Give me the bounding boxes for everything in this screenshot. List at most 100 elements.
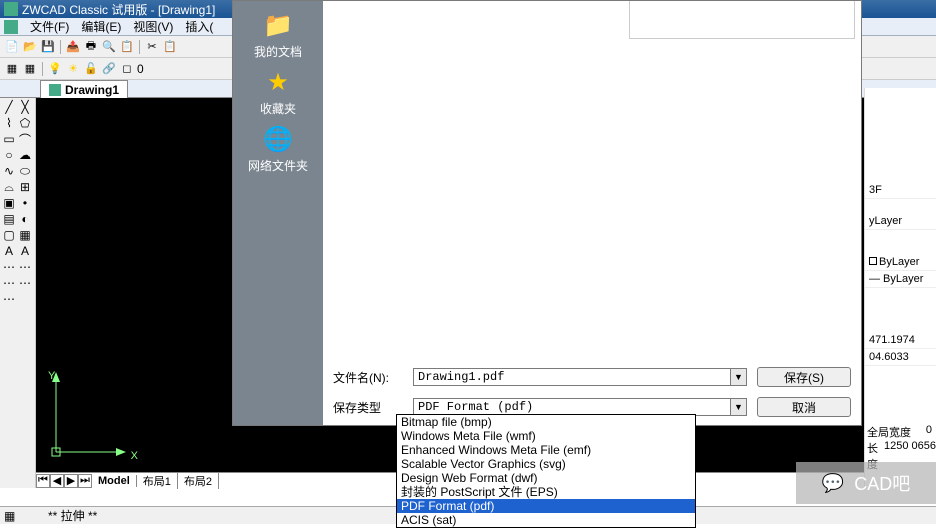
tab-last-icon[interactable]: ⏭ <box>78 474 92 488</box>
tab-next-icon[interactable]: ▶ <box>64 474 78 488</box>
grid-icon[interactable]: ▦ <box>4 509 18 523</box>
place-my-documents[interactable]: 📁 我的文档 <box>254 9 302 60</box>
polyline-icon[interactable]: ⌇ <box>2 116 16 130</box>
format-option[interactable]: Enhanced Windows Meta File (emf) <box>397 443 695 457</box>
table-icon[interactable]: ▦ <box>18 228 32 242</box>
prop-row[interactable]: ByLayer <box>865 254 936 271</box>
prop-row[interactable]: 471.1974 <box>865 332 936 349</box>
revcloud-icon[interactable]: ☁ <box>18 148 32 162</box>
filename-combo[interactable]: ▼ <box>413 368 747 386</box>
place-network[interactable]: 🌐 网络文件夹 <box>248 123 308 174</box>
save-icon[interactable]: 💾 <box>40 39 56 55</box>
hatch-icon[interactable]: ▤ <box>2 212 16 226</box>
color-icon[interactable]: ◻ <box>119 61 135 77</box>
document-tab-label: Drawing1 <box>65 83 119 97</box>
layer2-icon[interactable]: ▦ <box>22 61 38 77</box>
prop-row[interactable]: 3F <box>865 182 936 199</box>
tab-layout2[interactable]: 布局2 <box>178 473 219 489</box>
layer1-icon[interactable]: ▦ <box>4 61 20 77</box>
drawing-icon <box>49 84 61 96</box>
tab-model[interactable]: Model <box>92 475 137 487</box>
file-list-area[interactable] <box>323 1 861 359</box>
ucs-x-label: X <box>131 450 138 462</box>
menu-insert[interactable]: 插入( <box>181 18 217 35</box>
region-icon[interactable]: ▢ <box>2 228 16 242</box>
format-option[interactable]: Scalable Vector Graphics (svg) <box>397 457 695 471</box>
line-icon[interactable]: ╱ <box>2 100 16 114</box>
format-option[interactable]: Bitmap file (bmp) <box>397 415 695 429</box>
block-icon[interactable]: ▣ <box>2 196 16 210</box>
more5-icon[interactable]: ⋯ <box>2 292 16 306</box>
format-option[interactable]: ACIS (sat) <box>397 513 695 527</box>
tab-layout1[interactable]: 布局1 <box>137 473 178 489</box>
gradient-icon[interactable]: ◐ <box>18 212 32 226</box>
prop-width-label: 全局宽度 <box>865 424 920 440</box>
separator <box>42 62 43 76</box>
globe-icon: 🌐 <box>262 123 294 155</box>
menu-file[interactable]: 文件(F) <box>26 18 73 35</box>
more4-icon[interactable]: ⋯ <box>18 276 32 290</box>
menu-view[interactable]: 视图(V) <box>129 18 177 35</box>
export-icon[interactable]: 📤 <box>65 39 81 55</box>
arc-icon[interactable]: ⌒ <box>18 132 32 146</box>
place-label: 收藏夹 <box>260 100 296 117</box>
tab-prev-icon[interactable]: ◀ <box>50 474 64 488</box>
filename-dropdown-icon[interactable]: ▼ <box>731 368 747 386</box>
new-icon[interactable]: 📄 <box>4 39 20 55</box>
separator <box>60 40 61 54</box>
format-option[interactable]: 封装的 PostScript 文件 (EPS) <box>397 485 695 499</box>
cancel-button[interactable]: 取消 <box>757 397 851 417</box>
rectangle-icon[interactable]: ▭ <box>2 132 16 146</box>
places-bar: 📁 我的文档 ★ 收藏夹 🌐 网络文件夹 <box>233 1 323 425</box>
more3-icon[interactable]: ⋯ <box>2 276 16 290</box>
draw-palette: ╱╳ ⌇⬠ ▭⌒ ○☁ ∿⬭ ⌓⊞ ▣• ▤◐ ▢▦ AA ⋯⋯ ⋯⋯ ⋯ <box>0 98 36 488</box>
filetype-dropdown-icon[interactable]: ▼ <box>731 398 747 416</box>
menu-edit[interactable]: 编辑(E) <box>77 18 125 35</box>
save-dialog: 📁 我的文档 ★ 收藏夹 🌐 网络文件夹 文件名(N): ▼ 保存(S) 保存类… <box>232 0 862 426</box>
chat-icon: 💬 <box>822 473 844 494</box>
more1-icon[interactable]: ⋯ <box>2 260 16 274</box>
mtext-icon[interactable]: A <box>18 244 32 258</box>
place-label: 网络文件夹 <box>248 157 308 174</box>
open-icon[interactable]: 📂 <box>22 39 38 55</box>
sun-icon[interactable]: ☀ <box>65 61 81 77</box>
tab-first-icon[interactable]: ⏮ <box>36 474 50 488</box>
circle-icon[interactable]: ○ <box>2 148 16 162</box>
ellipsearc-icon[interactable]: ⌓ <box>2 180 16 194</box>
star-icon: ★ <box>262 66 294 98</box>
app-icon <box>4 2 18 16</box>
format-option[interactable]: Windows Meta File (wmf) <box>397 429 695 443</box>
format-option[interactable]: Design Web Format (dwf) <box>397 471 695 485</box>
prop-row[interactable]: — ByLayer <box>865 271 936 288</box>
point-icon[interactable]: • <box>18 196 32 210</box>
insert-icon[interactable]: ⊞ <box>18 180 32 194</box>
watermark: 💬 CAD吧 <box>796 462 936 504</box>
plot-icon[interactable]: 🖶 <box>83 39 99 55</box>
link-icon[interactable]: 🔗 <box>101 61 117 77</box>
filename-input[interactable] <box>413 368 731 386</box>
format-dropdown-list[interactable]: Bitmap file (bmp) Windows Meta File (wmf… <box>396 414 696 528</box>
prop-row[interactable]: yLayer <box>865 213 936 230</box>
spline-icon[interactable]: ∿ <box>2 164 16 178</box>
lock-icon[interactable]: 🔓 <box>83 61 99 77</box>
bulb-icon[interactable]: 💡 <box>47 61 63 77</box>
cut-icon[interactable]: ✂ <box>144 39 160 55</box>
layer-zero: 0 <box>137 62 144 76</box>
save-button[interactable]: 保存(S) <box>757 367 851 387</box>
prop-row[interactable]: 04.6033 <box>865 349 936 366</box>
place-label: 我的文档 <box>254 43 302 60</box>
xline-icon[interactable]: ╳ <box>18 100 32 114</box>
more2-icon[interactable]: ⋯ <box>18 260 32 274</box>
document-tab[interactable]: Drawing1 <box>40 80 128 98</box>
publish-icon[interactable]: 📋 <box>119 39 135 55</box>
filetype-label: 保存类型 <box>333 399 403 416</box>
preview-icon[interactable]: 🔍 <box>101 39 117 55</box>
format-option-selected[interactable]: PDF Format (pdf) <box>397 499 695 513</box>
app-icon-small <box>4 20 18 34</box>
place-favorites[interactable]: ★ 收藏夹 <box>260 66 296 117</box>
ucs-y-label: Y <box>48 370 55 382</box>
text-icon[interactable]: A <box>2 244 16 258</box>
copy-icon[interactable]: 📋 <box>162 39 178 55</box>
polygon-icon[interactable]: ⬠ <box>18 116 32 130</box>
ellipse-icon[interactable]: ⬭ <box>18 164 32 178</box>
